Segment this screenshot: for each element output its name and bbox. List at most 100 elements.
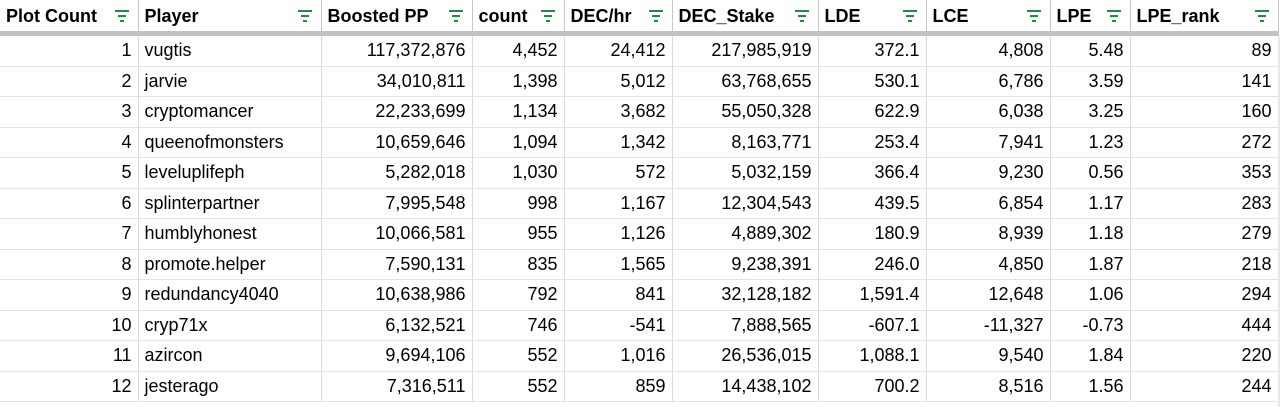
cell-lpe-rank[interactable]: 283 [1130,188,1279,219]
cell-dec-hr[interactable]: 1,565 [564,249,673,280]
cell-plot-count[interactable]: 12 [0,371,139,402]
cell-lde[interactable]: 372.1 [818,33,927,67]
cell-boosted-pp[interactable]: 34,010,811 [321,66,473,97]
cell-dec-hr[interactable]: 1,167 [564,188,673,219]
cell-player[interactable]: cryptomancer [138,96,322,128]
cell-plot-count[interactable]: 1 [0,33,139,67]
cell-boosted-pp[interactable]: 5,282,018 [321,157,473,189]
cell-plot-count[interactable]: 3 [0,96,139,128]
cell-lce[interactable]: 4,850 [926,249,1051,280]
cell-lpe[interactable]: 1.06 [1050,279,1131,311]
cell-lde[interactable]: 246.0 [818,249,927,280]
column-header-dec-stake[interactable]: DEC_Stake [672,0,819,36]
cell-lde[interactable]: 1,591.4 [818,279,927,311]
cell-lpe-rank[interactable]: 444 [1130,310,1279,341]
cell-boosted-pp[interactable]: 117,372,876 [321,33,473,67]
cell-count[interactable]: 1,094 [472,127,565,158]
cell-boosted-pp[interactable]: 6,132,521 [321,310,473,341]
cell-lpe[interactable]: -0.73 [1050,310,1131,341]
cell-lpe-rank[interactable]: 220 [1130,340,1279,372]
cell-plot-count[interactable]: 4 [0,127,139,158]
cell-dec-stake[interactable]: 7,888,565 [672,310,819,341]
filter-icon[interactable] [297,9,313,23]
filter-icon[interactable] [540,9,556,23]
cell-lpe-rank[interactable]: 218 [1130,249,1279,280]
filter-icon[interactable] [902,9,918,23]
cell-dec-stake[interactable]: 9,238,391 [672,249,819,280]
cell-player[interactable]: vugtis [138,33,322,67]
cell-dec-hr[interactable]: 841 [564,279,673,311]
cell-dec-stake[interactable]: 26,536,015 [672,340,819,372]
cell-lpe[interactable]: 5.48 [1050,33,1131,67]
filter-icon[interactable] [648,9,664,23]
filter-icon[interactable] [794,9,810,23]
cell-player[interactable]: jarvie [138,66,322,97]
column-header-lce[interactable]: LCE [926,0,1051,36]
cell-count[interactable]: 1,398 [472,66,565,97]
column-header-plot-count[interactable]: Plot Count [0,0,139,36]
cell-player[interactable]: leveluplifeph [138,157,322,189]
cell-count[interactable]: 552 [472,340,565,372]
cell-lde[interactable]: 366.4 [818,157,927,189]
cell-lde[interactable]: 439.5 [818,188,927,219]
cell-count[interactable]: 835 [472,249,565,280]
cell-player[interactable]: splinterpartner [138,188,322,219]
cell-lpe-rank[interactable]: 272 [1130,127,1279,158]
cell-count[interactable]: 955 [472,218,565,250]
cell-lce[interactable]: 6,038 [926,96,1051,128]
cell-dec-stake[interactable]: 4,889,302 [672,218,819,250]
cell-player[interactable]: jesterago [138,371,322,402]
cell-dec-hr[interactable]: -541 [564,310,673,341]
cell-dec-hr[interactable]: 24,412 [564,33,673,67]
cell-boosted-pp[interactable]: 10,659,646 [321,127,473,158]
filter-icon[interactable] [1026,9,1042,23]
cell-lde[interactable]: 180.9 [818,218,927,250]
cell-dec-stake[interactable]: 217,985,919 [672,33,819,67]
cell-dec-stake[interactable]: 5,032,159 [672,157,819,189]
cell-dec-stake[interactable]: 8,163,771 [672,127,819,158]
cell-lde[interactable]: 530.1 [818,66,927,97]
filter-icon[interactable] [1106,9,1122,23]
cell-lde[interactable]: 253.4 [818,127,927,158]
cell-dec-stake[interactable]: 14,438,102 [672,371,819,402]
cell-lce[interactable]: 9,230 [926,157,1051,189]
cell-lpe-rank[interactable]: 279 [1130,218,1279,250]
cell-plot-count[interactable]: 6 [0,188,139,219]
cell-lce[interactable]: 4,808 [926,33,1051,67]
cell-lpe[interactable]: 3.59 [1050,66,1131,97]
cell-dec-hr[interactable]: 572 [564,157,673,189]
cell-lpe-rank[interactable]: 141 [1130,66,1279,97]
column-header-dec-hr[interactable]: DEC/hr [564,0,673,36]
cell-plot-count[interactable]: 7 [0,218,139,250]
cell-count[interactable]: 792 [472,279,565,311]
cell-dec-hr[interactable]: 5,012 [564,66,673,97]
cell-player[interactable]: humblyhonest [138,218,322,250]
column-header-lde[interactable]: LDE [818,0,927,36]
cell-boosted-pp[interactable]: 10,638,986 [321,279,473,311]
cell-lpe[interactable]: 1.18 [1050,218,1131,250]
cell-lpe[interactable]: 1.87 [1050,249,1131,280]
cell-lce[interactable]: 7,941 [926,127,1051,158]
cell-lpe[interactable]: 1.84 [1050,340,1131,372]
cell-dec-stake[interactable]: 12,304,543 [672,188,819,219]
cell-lpe-rank[interactable]: 353 [1130,157,1279,189]
cell-lpe[interactable]: 3.25 [1050,96,1131,128]
cell-plot-count[interactable]: 8 [0,249,139,280]
cell-dec-hr[interactable]: 1,126 [564,218,673,250]
column-header-count[interactable]: count [472,0,565,36]
cell-plot-count[interactable]: 5 [0,157,139,189]
cell-count[interactable]: 998 [472,188,565,219]
cell-player[interactable]: redundancy4040 [138,279,322,311]
cell-count[interactable]: 552 [472,371,565,402]
cell-dec-stake[interactable]: 55,050,328 [672,96,819,128]
column-header-lpe[interactable]: LPE [1050,0,1131,36]
cell-lde[interactable]: 1,088.1 [818,340,927,372]
cell-boosted-pp[interactable]: 10,066,581 [321,218,473,250]
cell-lde[interactable]: -607.1 [818,310,927,341]
column-header-boosted-pp[interactable]: Boosted PP [321,0,473,36]
cell-lpe[interactable]: 1.56 [1050,371,1131,402]
cell-lpe-rank[interactable]: 89 [1130,33,1279,67]
cell-lce[interactable]: 8,939 [926,218,1051,250]
cell-lce[interactable]: -11,327 [926,310,1051,341]
cell-dec-stake[interactable]: 63,768,655 [672,66,819,97]
